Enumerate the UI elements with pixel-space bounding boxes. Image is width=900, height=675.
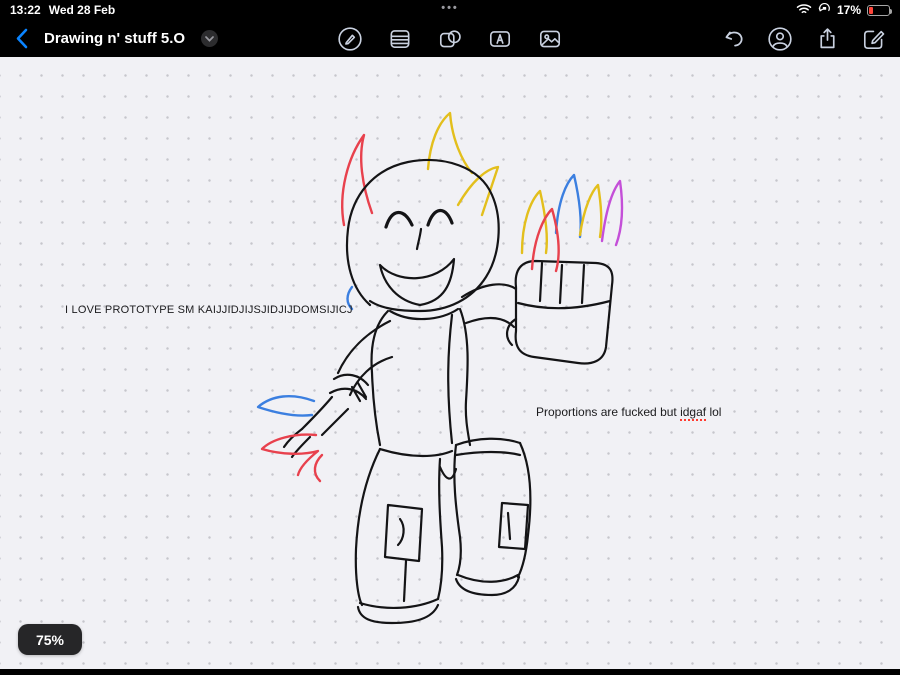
- photos-button[interactable]: [536, 25, 564, 53]
- status-bar: 13:22 Wed 28 Feb ••• 17%: [0, 0, 900, 20]
- zoom-level-badge[interactable]: 75%: [18, 624, 82, 655]
- ipad-screen: 13:22 Wed 28 Feb ••• 17% Drawing n' stuf…: [0, 0, 900, 675]
- markup-pen-button[interactable]: [336, 25, 364, 53]
- status-date: Wed 28 Feb: [48, 3, 116, 17]
- character-sketch: [256, 111, 624, 625]
- canvas-text-note-1[interactable]: I LOVE PROTOTYPE SM KAIJJIDJIJSJIDJIJDOM…: [65, 304, 353, 316]
- title-menu-button[interactable]: [201, 30, 219, 47]
- lined-paper-icon: [390, 29, 410, 48]
- note-2-suffix: lol: [706, 405, 722, 419]
- back-button[interactable]: [8, 25, 34, 53]
- toolbar: Drawing n' stuff 5.O: [0, 20, 900, 57]
- collaborate-button[interactable]: [766, 25, 794, 53]
- wifi-icon: [796, 3, 812, 18]
- photos-icon: [539, 30, 561, 47]
- person-circle-icon: [768, 26, 792, 51]
- page-title: Drawing n' stuff 5.O: [44, 30, 186, 47]
- compose-icon: [863, 30, 885, 49]
- paper-style-button[interactable]: [386, 25, 414, 53]
- bottom-edge-bar: [0, 669, 900, 675]
- undo-icon: [725, 31, 743, 47]
- text-box-button[interactable]: [486, 25, 514, 53]
- center-tool-group: [336, 25, 564, 53]
- undo-button[interactable]: [719, 25, 747, 53]
- drawing-canvas[interactable]: I LOVE PROTOTYPE SM KAIJJIDJIJSJIDJIJDOM…: [0, 57, 900, 669]
- multitask-indicator[interactable]: •••: [441, 2, 459, 14]
- pen-circle-icon: [338, 26, 362, 51]
- share-icon: [819, 28, 835, 49]
- share-button[interactable]: [813, 25, 841, 53]
- chevron-down-icon: [205, 35, 214, 42]
- text-box-icon: [489, 30, 511, 47]
- note-2-prefix: Proportions are fucked but: [536, 405, 681, 419]
- shapes-icon: [439, 29, 461, 47]
- battery-percent: 17%: [836, 3, 861, 17]
- right-tool-group: [719, 25, 888, 53]
- chevron-left-icon: [16, 28, 27, 49]
- status-time: 13:22: [10, 3, 41, 17]
- shapes-button[interactable]: [436, 25, 464, 53]
- compose-button[interactable]: [860, 25, 888, 53]
- canvas-text-note-2[interactable]: Proportions are fucked but idgaf lol: [536, 405, 722, 421]
- rotation-lock-icon: [818, 2, 831, 18]
- note-2-misspelled-word: idgaf: [680, 405, 707, 421]
- battery-icon: [867, 4, 892, 16]
